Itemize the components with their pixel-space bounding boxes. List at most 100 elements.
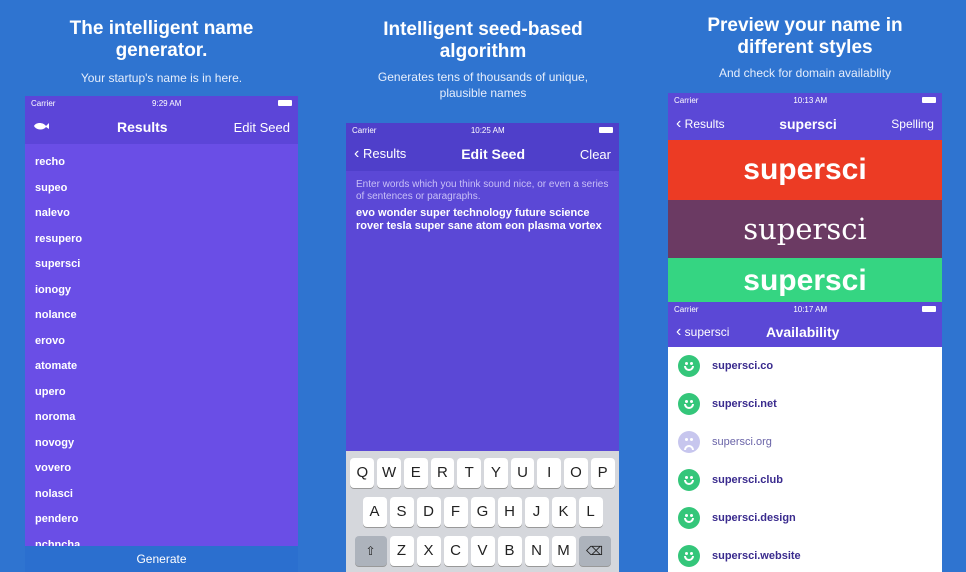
chevron-left-icon: ‹: [354, 145, 360, 162]
domain-row[interactable]: supersci.org: [668, 423, 942, 461]
back-button[interactable]: ‹ Results: [676, 115, 725, 133]
list-item[interactable]: nolance: [35, 303, 288, 329]
domain-row[interactable]: supersci.design: [668, 499, 942, 537]
list-item[interactable]: pendero: [35, 507, 288, 533]
smile-icon: [678, 355, 700, 377]
key[interactable]: U: [510, 458, 535, 488]
carrier-label: Carrier: [674, 304, 699, 314]
key[interactable]: J: [524, 497, 549, 527]
back-label: Results: [684, 116, 725, 131]
edit-seed-header: Carrier 10:25 AM ‹ Results Edit Seed Cle…: [346, 123, 619, 171]
seed-text-area[interactable]: evo wonder super technology future scien…: [346, 207, 619, 233]
key[interactable]: I: [537, 458, 562, 488]
key[interactable]: E: [403, 458, 428, 488]
list-item[interactable]: resupero: [35, 227, 288, 253]
keyboard-row-1: Q W E R T Y U I O P: [349, 458, 616, 488]
status-bar: Carrier 10:17 AM: [668, 302, 942, 316]
keyboard-row-3: ⇧ Z X C V B N M ⌫: [349, 536, 616, 566]
list-item[interactable]: ionogy: [35, 278, 288, 304]
list-item[interactable]: atomate: [35, 354, 288, 380]
list-item[interactable]: vovero: [35, 456, 288, 482]
list-item[interactable]: erovo: [35, 329, 288, 355]
domain-name: supersci.org: [712, 436, 772, 448]
shift-icon[interactable]: ⇧: [354, 536, 387, 566]
smile-icon: [678, 545, 700, 567]
edit-seed-button[interactable]: Edit Seed: [234, 120, 290, 135]
chevron-left-icon: ‹: [676, 114, 682, 132]
key[interactable]: F: [443, 497, 468, 527]
backspace-icon[interactable]: ⌫: [578, 536, 611, 566]
domain-name: supersci.club: [712, 474, 783, 486]
list-item[interactable]: novogy: [35, 431, 288, 457]
key[interactable]: S: [389, 497, 414, 527]
clear-button[interactable]: Clear: [580, 147, 611, 162]
list-item[interactable]: upero: [35, 380, 288, 406]
domain-row[interactable]: supersci.club: [668, 461, 942, 499]
whale-icon[interactable]: [33, 120, 51, 135]
seed-placeholder: Enter words which you think sound nice, …: [356, 179, 609, 202]
list-item[interactable]: nalevo: [35, 201, 288, 227]
domain-name: supersci.net: [712, 398, 777, 410]
status-time: 9:29 AM: [152, 98, 182, 108]
back-button[interactable]: ‹ Results: [354, 145, 406, 163]
results-screen: Carrier 9:29 AM Results Edit Seed recho …: [25, 96, 298, 572]
battery-icon: [278, 100, 292, 106]
style-preview-green[interactable]: supersci: [668, 258, 942, 302]
domain-row[interactable]: supersci.website: [668, 537, 942, 572]
key[interactable]: D: [416, 497, 441, 527]
domain-name: supersci.website: [712, 550, 801, 562]
style-preview-bold[interactable]: supersci: [668, 140, 942, 200]
key[interactable]: W: [377, 458, 401, 488]
nav-title: Results: [117, 119, 168, 135]
list-item[interactable]: supeo: [35, 176, 288, 202]
key[interactable]: G: [470, 497, 495, 527]
carrier-label: Carrier: [352, 125, 377, 135]
key[interactable]: V: [470, 536, 495, 566]
list-item[interactable]: supersci: [35, 252, 288, 278]
panel-1-subtitle: Your startup's name is in here.: [80, 71, 243, 85]
back-button[interactable]: ‹ supersci: [676, 323, 766, 341]
key[interactable]: R: [430, 458, 455, 488]
back-label: Results: [362, 146, 407, 161]
preview-screen: Carrier 10:13 AM ‹ Results supersci Spel…: [668, 93, 942, 572]
key[interactable]: Y: [484, 458, 508, 488]
domain-name: supersci.design: [712, 512, 796, 524]
results-header: Carrier 9:29 AM Results Edit Seed: [25, 96, 298, 144]
battery-icon: [921, 306, 936, 312]
panel-3-subtitle: And check for domain availablity: [718, 66, 892, 80]
key[interactable]: Z: [389, 536, 414, 566]
list-item[interactable]: recho: [35, 150, 288, 176]
sad-face-icon: [678, 431, 700, 453]
key[interactable]: X: [416, 536, 441, 566]
style-preview-serif[interactable]: supersci: [668, 200, 942, 258]
key[interactable]: O: [564, 458, 588, 488]
key[interactable]: B: [497, 536, 522, 566]
list-item[interactable]: noroma: [35, 405, 288, 431]
key[interactable]: L: [578, 497, 603, 527]
key[interactable]: K: [551, 497, 576, 527]
key[interactable]: Q: [350, 458, 375, 488]
panel-1-title: The intelligent name generator.: [69, 18, 254, 61]
status-time: 10:25 AM: [470, 125, 505, 135]
key[interactable]: C: [443, 536, 468, 566]
names-list: recho supeo nalevo resupero supersci ion…: [25, 144, 298, 558]
key[interactable]: A: [362, 497, 387, 527]
key[interactable]: N: [524, 536, 549, 566]
panel-1-heading: The intelligent name generator. Your sta…: [40, 18, 283, 86]
domain-row[interactable]: supersci.net: [668, 385, 942, 423]
key[interactable]: M: [551, 536, 576, 566]
list-item[interactable]: nolasci: [35, 482, 288, 508]
status-bar: Carrier 9:29 AM: [25, 96, 298, 110]
key[interactable]: P: [590, 458, 615, 488]
smile-icon: [678, 393, 700, 415]
domain-list: supersci.co supersci.net supersci.org su…: [668, 347, 942, 572]
preview-header: Carrier 10:13 AM ‹ Results supersci Spel…: [668, 93, 942, 140]
domain-row[interactable]: supersci.co: [668, 347, 942, 385]
panel-3-heading: Preview your name in different styles An…: [690, 15, 920, 81]
key[interactable]: T: [457, 458, 481, 488]
panel-2-subtitle: Generates tens of thousands of unique, p…: [377, 70, 589, 100]
key[interactable]: H: [497, 497, 522, 527]
generate-button[interactable]: Generate: [25, 546, 298, 572]
spelling-button[interactable]: Spelling: [891, 117, 934, 131]
availability-header: Carrier 10:17 AM ‹ supersci Availability: [668, 302, 942, 347]
